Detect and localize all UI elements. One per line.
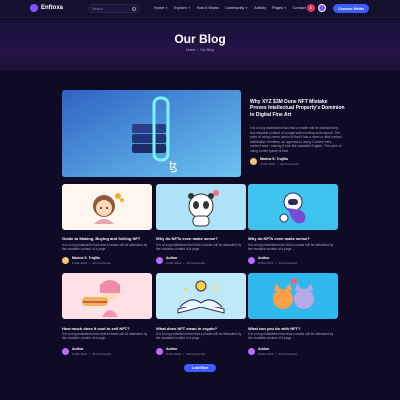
nav-home[interactable]: Home ▼: [154, 6, 168, 10]
post-title[interactable]: Guide to Making, Buying and Selling NFT: [62, 236, 154, 241]
comment-count: 30 Comments: [186, 261, 205, 265]
avatar[interactable]: [62, 257, 69, 264]
author-name[interactable]: Author: [258, 256, 297, 260]
breadcrumb: Home / Our Blog: [0, 48, 400, 52]
load-more-button[interactable]: Load More: [184, 364, 216, 372]
featured-post-title[interactable]: Why XYZ $3M Dune NFT Mistake Proves Inte…: [250, 99, 345, 118]
avatar[interactable]: [156, 348, 163, 355]
featured-post-image[interactable]: ꜩ: [62, 90, 241, 177]
nav-how-it-works[interactable]: How It Works: [197, 6, 220, 10]
search-placeholder: Search: [92, 6, 104, 11]
post-image[interactable]: [62, 273, 152, 319]
chevron-down-icon: ▼: [187, 6, 191, 10]
post-image[interactable]: [62, 184, 152, 230]
post-image[interactable]: [248, 184, 338, 230]
post-excerpt: It is a long established fact that a rea…: [62, 332, 148, 341]
post-image[interactable]: [156, 184, 246, 230]
brand-name: Enftoxa: [41, 5, 64, 11]
post-title[interactable]: Why do NFTs even make sense?: [156, 236, 248, 241]
post-excerpt: It is a long established fact that a rea…: [248, 243, 334, 252]
avatar[interactable]: [248, 348, 255, 355]
post-meta: 9 Mar 2021 • 30 Comments: [72, 261, 111, 265]
breadcrumb-separator: /: [197, 48, 199, 52]
post-date: 9 Mar 2021: [166, 352, 182, 356]
post-excerpt: It is a long established fact that a rea…: [156, 243, 242, 252]
post-meta: 9 Mar 2021 • 30 Comments: [258, 261, 297, 265]
post-meta: 9 Mar 2021 • 30 Comments: [166, 352, 205, 356]
avatar[interactable]: [248, 257, 255, 264]
post-excerpt: It is a long established fact that a rea…: [62, 243, 148, 252]
post-title[interactable]: What can you do with NFT?: [248, 326, 340, 331]
connect-wallet-button[interactable]: Connect Wallet: [333, 4, 369, 13]
author-name[interactable]: Author: [166, 347, 205, 351]
breadcrumb-home[interactable]: Home: [186, 48, 195, 52]
post-author: Author 9 Mar 2021 • 30 Comments: [62, 347, 111, 356]
brand-logo[interactable]: Enftoxa: [30, 4, 63, 12]
post-image[interactable]: [156, 273, 246, 319]
comment-count: 30 Comments: [92, 352, 111, 356]
author-name[interactable]: Marina S. Trujillo: [72, 256, 111, 260]
post-meta: 9 Mar 2021 • 30 Comments: [260, 162, 299, 166]
post-date: 9 Mar 2021: [260, 162, 276, 166]
post-date: 9 Mar 2021: [166, 261, 182, 265]
avatar[interactable]: [250, 158, 257, 165]
breadcrumb-current: Our Blog: [200, 48, 215, 52]
comment-count: 30 Comments: [186, 352, 205, 356]
comment-count: 30 Comments: [278, 261, 297, 265]
post-author: Author 9 Mar 2021 • 30 Comments: [248, 347, 297, 356]
page-hero: Our Blog Home / Our Blog: [0, 19, 400, 71]
svg-text:ꜩ: ꜩ: [169, 159, 178, 173]
nav-contact[interactable]: Contact: [293, 6, 306, 10]
logo-icon: [30, 4, 38, 12]
post-title[interactable]: Why do NFTs even make sense?: [248, 236, 340, 241]
author-name[interactable]: Marina S. Trujillo: [260, 157, 299, 161]
post-title[interactable]: How much does it cost to sell NFT?: [62, 326, 154, 331]
post-date: 9 Mar 2021: [72, 261, 88, 265]
post-meta: 9 Mar 2021 • 30 Comments: [72, 352, 111, 356]
chevron-down-icon: ▼: [165, 6, 168, 10]
author-name[interactable]: Author: [72, 347, 111, 351]
post-author: Author 9 Mar 2021 • 30 Comments: [156, 256, 205, 265]
nav-explore[interactable]: Explore ▼: [174, 6, 191, 10]
user-avatar[interactable]: [318, 4, 326, 12]
post-excerpt: It is a long established fact that a rea…: [156, 332, 242, 341]
page-title: Our Blog: [174, 32, 226, 46]
post-title[interactable]: What does NFT mean in crypto?: [156, 326, 248, 331]
post-author: Author 9 Mar 2021 • 30 Comments: [248, 256, 297, 265]
avatar[interactable]: [156, 257, 163, 264]
cart-icon[interactable]: 0: [307, 4, 315, 12]
nav-pages[interactable]: Pages ▼: [272, 6, 287, 10]
nav-community[interactable]: Community ▼: [225, 6, 248, 10]
chevron-down-icon: ▼: [283, 6, 287, 10]
post-meta: 9 Mar 2021 • 30 Comments: [258, 352, 297, 356]
author-name[interactable]: Author: [258, 347, 297, 351]
comment-count: 30 Comments: [278, 352, 297, 356]
avatar[interactable]: [62, 348, 69, 355]
featured-post-author: Marina S. Trujillo 9 Mar 2021 • 30 Comment…: [250, 157, 299, 166]
comment-count: 30 Comments: [280, 162, 299, 166]
nav-activity[interactable]: Activity: [254, 6, 266, 10]
author-name[interactable]: Author: [166, 256, 205, 260]
chevron-down-icon: ▼: [245, 6, 249, 10]
post-date: 9 Mar 2021: [258, 261, 274, 265]
post-date: 9 Mar 2021: [258, 352, 274, 356]
post-excerpt: It is a long established fact that a rea…: [248, 332, 334, 341]
cart-count: 0: [310, 6, 312, 10]
comment-count: 30 Comments: [92, 261, 111, 265]
post-image[interactable]: [248, 273, 338, 319]
post-date: 9 Mar 2021: [72, 352, 88, 356]
search-input[interactable]: Search: [88, 4, 140, 13]
site-header: Enftoxa Search Home ▼ Explore ▼ How It Wor…: [0, 0, 400, 18]
search-icon[interactable]: [132, 6, 136, 11]
post-meta: 9 Mar 2021 • 30 Comments: [166, 261, 205, 265]
post-author: Marina S. Trujillo 9 Mar 2021 • 30 Comment…: [62, 256, 111, 265]
main-nav: Home ▼ Explore ▼ How It Works Community ▼ A…: [154, 6, 306, 10]
featured-post-excerpt: It is a long established fact that a rea…: [250, 126, 342, 153]
post-author: Author 9 Mar 2021 • 30 Comments: [156, 347, 205, 356]
